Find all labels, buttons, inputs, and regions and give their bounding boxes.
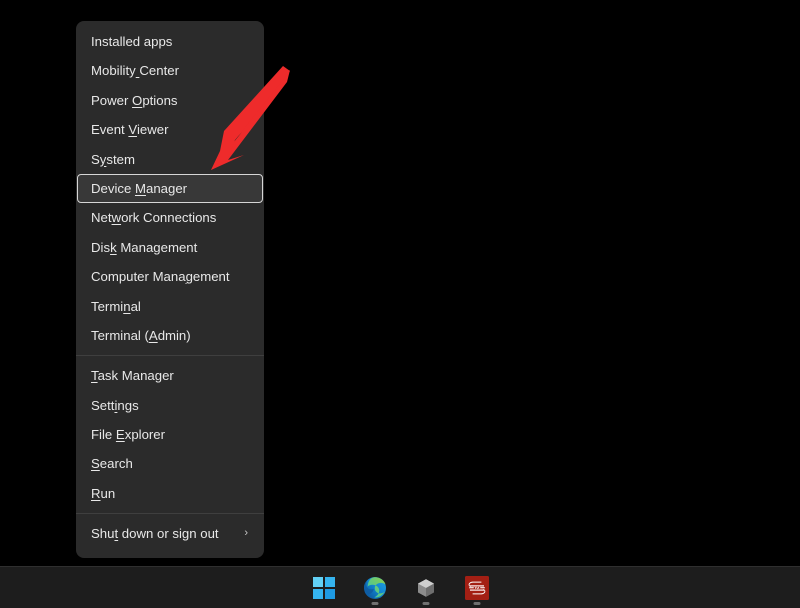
taskbar-item-red-app[interactable]: [458, 569, 496, 607]
red-app-icon: [465, 576, 489, 600]
menu-item-event-viewer[interactable]: Event Viewer: [77, 115, 263, 144]
menu-item-label: Device Manager: [91, 174, 187, 203]
menu-item-label: Event Viewer: [91, 115, 168, 144]
menu-item-network-connections[interactable]: Network Connections: [77, 203, 263, 232]
menu-item-label: Search: [91, 449, 133, 478]
chevron-right-icon: ›: [244, 528, 248, 539]
start-button[interactable]: [305, 569, 343, 607]
menu-item-run[interactable]: Run: [77, 479, 263, 508]
menu-item-search[interactable]: Search: [77, 449, 263, 478]
menu-item-disk-management[interactable]: Disk Management: [77, 233, 263, 262]
menu-item-label: File Explorer: [91, 420, 165, 449]
menu-item-label: Disk Management: [91, 233, 197, 262]
running-indicator: [422, 602, 429, 605]
winx-quick-link-menu: Installed apps Mobility Center Power Opt…: [76, 21, 264, 558]
menu-item-label: Settings: [91, 391, 139, 420]
menu-item-task-manager[interactable]: Task Manager: [77, 361, 263, 390]
taskbar: [0, 566, 800, 608]
windows-logo-icon: [312, 576, 336, 600]
edge-browser-icon: [363, 576, 387, 600]
menu-item-installed-apps[interactable]: Installed apps: [77, 27, 263, 56]
menu-item-label: Run: [91, 479, 115, 508]
menu-item-terminal-admin[interactable]: Terminal (Admin): [77, 321, 263, 350]
menu-item-system[interactable]: System: [77, 145, 263, 174]
copilot-icon: [414, 576, 438, 600]
menu-item-label: Mobility Center: [91, 56, 179, 85]
menu-item-shut-down-or-sign-out[interactable]: Shut down or sign out ›: [77, 519, 263, 548]
menu-item-device-manager[interactable]: Device Manager: [77, 174, 263, 203]
menu-item-label: Power Options: [91, 86, 178, 115]
menu-item-desktop[interactable]: Desktop: [77, 549, 263, 558]
menu-group-tools: Task Manager Settings File Explorer Sear…: [76, 361, 264, 508]
menu-group-system: Installed apps Mobility Center Power Opt…: [76, 27, 264, 350]
menu-item-label: Task Manager: [91, 361, 174, 390]
running-indicator: [371, 602, 378, 605]
menu-item-label: Desktop: [91, 549, 139, 558]
menu-item-label: Network Connections: [91, 203, 216, 232]
menu-item-label: Terminal (Admin): [91, 321, 191, 350]
menu-item-mobility-center[interactable]: Mobility Center: [77, 56, 263, 85]
menu-item-file-explorer[interactable]: File Explorer: [77, 420, 263, 449]
menu-item-label: Installed apps: [91, 27, 172, 56]
menu-item-label: Computer Management: [91, 262, 230, 291]
menu-separator: [76, 355, 264, 356]
menu-item-label: Terminal: [91, 292, 141, 321]
taskbar-item-edge[interactable]: [356, 569, 394, 607]
menu-item-terminal[interactable]: Terminal: [77, 292, 263, 321]
menu-item-label: System: [91, 145, 135, 174]
running-indicator: [473, 602, 480, 605]
menu-item-settings[interactable]: Settings: [77, 391, 263, 420]
taskbar-item-copilot[interactable]: [407, 569, 445, 607]
menu-item-power-options[interactable]: Power Options: [77, 86, 263, 115]
menu-group-session: Shut down or sign out › Desktop: [76, 519, 264, 558]
menu-item-computer-management[interactable]: Computer Management: [77, 262, 263, 291]
menu-separator: [76, 513, 264, 514]
menu-item-label: Shut down or sign out: [91, 519, 219, 548]
